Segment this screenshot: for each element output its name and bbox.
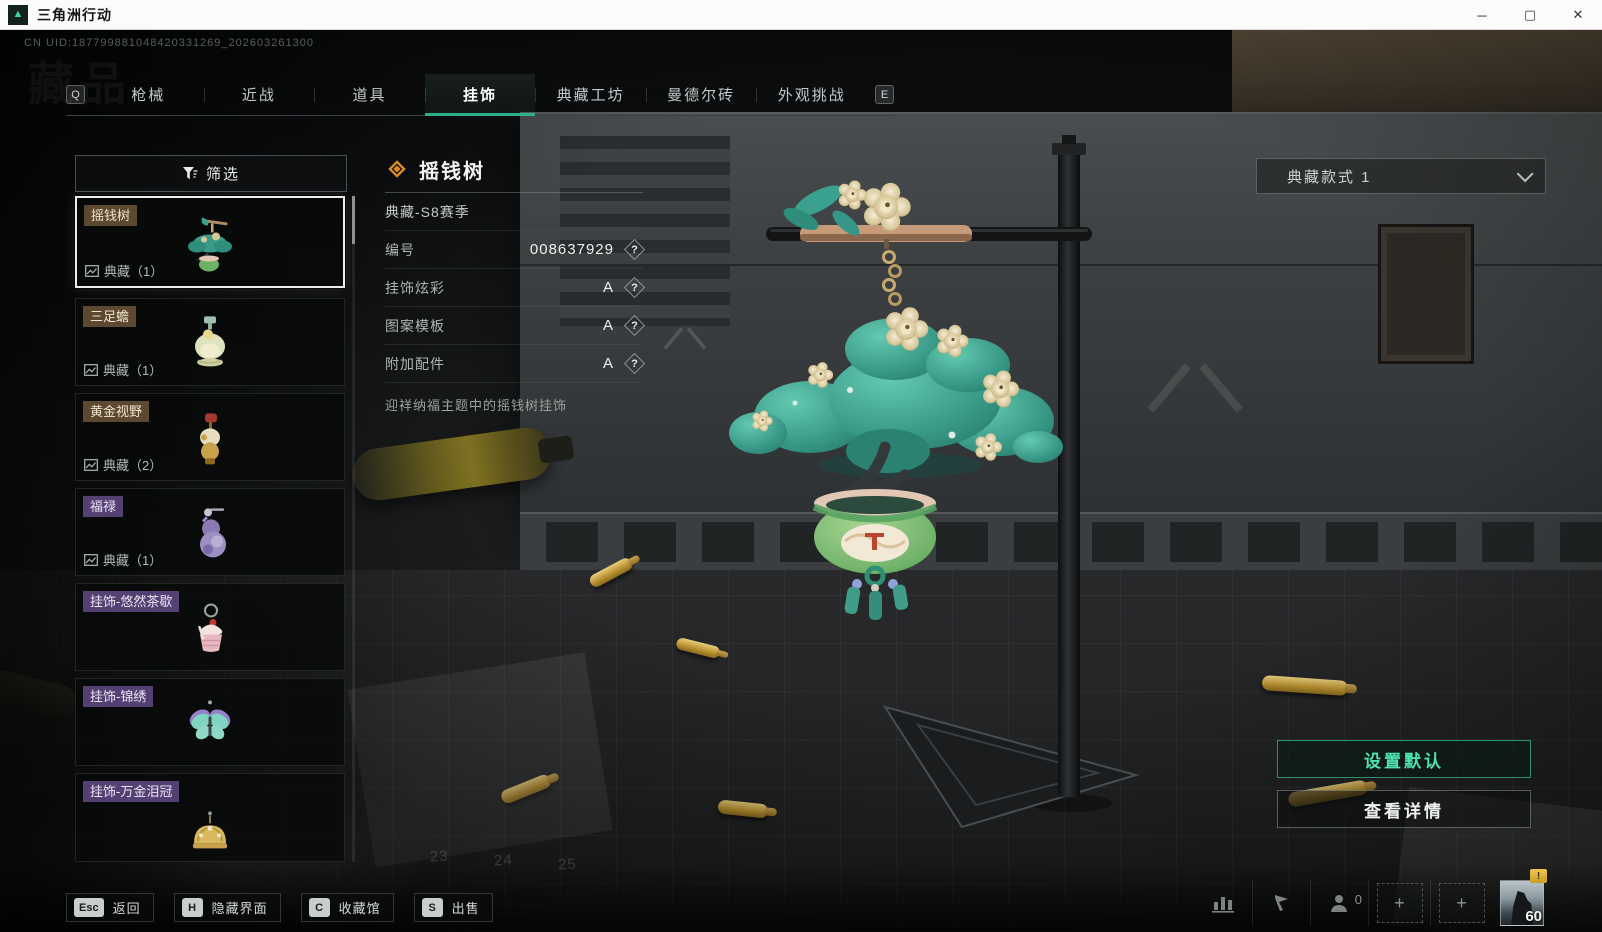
help-icon[interactable]: ?: [626, 279, 643, 296]
item-title: 摇钱树: [419, 160, 485, 183]
funnel-icon: [182, 167, 198, 180]
background-paper: [347, 652, 613, 868]
item-name-label: 三足蟾: [83, 306, 137, 327]
detail-row-accessory: 附加配件 A ?: [385, 345, 643, 383]
h-keycap: H: [181, 898, 203, 917]
style-dropdown-value: 典藏款式 1: [1287, 168, 1372, 186]
list-item-jinxiu[interactable]: 挂饰-锦绣: [75, 678, 345, 766]
charm-display: [729, 135, 1140, 829]
player-portrait[interactable]: 60 !: [1492, 869, 1552, 926]
report-button[interactable]: [1252, 880, 1310, 926]
list-item-yaoqianshu[interactable]: 摇钱树 典藏（1）: [75, 196, 345, 288]
filter-label: 筛选: [205, 166, 240, 183]
collection-icon: [84, 458, 98, 471]
view-details-button[interactable]: 查看详情: [1277, 790, 1531, 828]
item-thumbnail: [200, 508, 226, 558]
plus-icon: +: [1456, 892, 1467, 913]
tab-prev-keycap: Q: [66, 85, 85, 104]
hotkey-bar: Esc 返回 H 隐藏界面 C 收藏馆 S 出售: [66, 893, 493, 922]
season-row: 典藏-S8赛季: [385, 193, 643, 231]
app-window: ▲ 三角洲行动 ─ ▢ ✕ 23 24 25: [0, 0, 1602, 932]
set-default-button[interactable]: 设置默认: [1277, 740, 1531, 778]
item-name-label: 黄金视野: [83, 401, 150, 422]
detail-row-colorway: 挂饰炫彩 A ?: [385, 269, 643, 307]
item-list: 摇钱树 典藏（1） 三足蟾 典藏（1） 黄金视野 典藏（2） 福禄 典藏（1） …: [75, 196, 351, 862]
season-label: 典藏-S8赛季: [385, 203, 470, 220]
statusbar: 0 + + 60 !: [1194, 869, 1552, 926]
item-thumbnail: [200, 413, 220, 465]
tab-next-keycap: E: [875, 85, 894, 104]
collection-count: 典藏（1）: [84, 550, 162, 569]
maximize-button[interactable]: ▢: [1506, 0, 1554, 30]
titlebar: ▲ 三角洲行动 ─ ▢ ✕: [0, 0, 1602, 30]
item-name-label: 挂饰-锦绣: [83, 686, 154, 707]
player-level: 60: [1525, 908, 1542, 925]
tab-gear[interactable]: 道具: [314, 74, 425, 115]
list-item-fulu[interactable]: 福禄 典藏（1）: [75, 488, 345, 576]
minimize-button[interactable]: ─: [1458, 0, 1506, 30]
tab-appearance-challenge[interactable]: 外观挑战: [756, 74, 867, 115]
hide-ui-button[interactable]: H 隐藏界面: [173, 893, 281, 922]
empty-slot-2[interactable]: +: [1430, 880, 1492, 926]
item-thumbnail: [195, 316, 225, 367]
item-thumbnail: [189, 700, 231, 740]
s-keycap: S: [421, 898, 443, 917]
item-name-label: 福禄: [83, 496, 124, 517]
help-icon[interactable]: ?: [626, 317, 643, 334]
collection-count: 典藏（2）: [84, 455, 162, 474]
chevron-down-icon: [1516, 165, 1534, 183]
tab-collection-workshop[interactable]: 典藏工坊: [535, 74, 646, 115]
ornament-quality-icon: [388, 160, 406, 178]
item-detail-panel: 摇钱树 典藏-S8赛季 编号 008637929 ? 挂饰炫彩 A ? 图案模板…: [385, 150, 643, 414]
collection-count: 典藏（1）: [85, 261, 163, 280]
list-scrollbar-thumb[interactable]: [352, 196, 355, 244]
esc-keycap: Esc: [74, 898, 104, 917]
filter-button[interactable]: 筛选: [75, 155, 347, 192]
collection-hall-button[interactable]: C 收藏馆: [300, 893, 394, 922]
item-name-label: 摇钱树: [84, 205, 138, 226]
close-button[interactable]: ✕: [1554, 0, 1602, 30]
c-keycap: C: [308, 898, 330, 917]
bar-chart-icon: [1212, 897, 1234, 913]
item-name-label: 挂饰-悠然茶歇: [83, 591, 180, 612]
help-icon[interactable]: ?: [626, 355, 643, 372]
friends-button[interactable]: 0: [1310, 880, 1368, 926]
collection-icon: [85, 264, 99, 277]
friends-count: 0: [1354, 892, 1362, 907]
help-icon[interactable]: ?: [626, 241, 643, 258]
plus-icon: +: [1394, 892, 1405, 913]
item-thumbnail: [193, 811, 227, 849]
list-item-huangjinshiye[interactable]: 黄金视野 典藏（2）: [75, 393, 345, 481]
game-screen: 23 24 25: [0, 30, 1602, 932]
item-description: 迎祥纳福主题中的摇钱树挂饰: [385, 398, 568, 413]
list-item-youranchaxie[interactable]: 挂饰-悠然茶歇: [75, 583, 345, 671]
person-icon: [1330, 895, 1347, 912]
tab-mandel-brick[interactable]: 曼德尔砖: [645, 74, 757, 115]
empty-slot-1[interactable]: +: [1368, 880, 1430, 926]
list-scrollbar[interactable]: [352, 196, 355, 862]
list-item-wanjinleiguan[interactable]: 挂饰-万金泪冠: [75, 773, 345, 862]
sell-button[interactable]: S 出售: [413, 893, 493, 922]
collection-count: 典藏（1）: [84, 360, 162, 379]
detail-row-pattern: 图案模板 A ?: [385, 307, 643, 345]
style-dropdown[interactable]: 典藏款式 1: [1256, 158, 1546, 194]
flag-icon: [1274, 895, 1288, 911]
item-thumbnail: [188, 217, 232, 272]
item-thumbnail: [198, 603, 223, 652]
detail-row-serial: 编号 008637929 ?: [385, 231, 643, 269]
category-tabbar: Q 枪械 近战 道具 挂饰 典藏工坊 曼德尔砖 外观挑战 E: [66, 74, 894, 116]
window-title: 三角洲行动: [37, 6, 112, 23]
notification-badge: !: [1530, 869, 1547, 883]
tab-charms[interactable]: 挂饰: [424, 74, 536, 116]
stats-button[interactable]: [1194, 880, 1252, 926]
item-name-label: 挂饰-万金泪冠: [83, 781, 180, 802]
account-uid: CN UID:187799881048420331269_20260326130…: [24, 37, 314, 49]
tab-melee[interactable]: 近战: [203, 74, 315, 115]
back-button[interactable]: Esc 返回: [66, 893, 154, 922]
list-item-sanzuchan[interactable]: 三足蟾 典藏（1）: [75, 298, 345, 386]
collection-icon: [84, 363, 98, 376]
game-logo-icon: ▲: [8, 4, 28, 25]
collection-icon: [84, 553, 98, 566]
tab-guns[interactable]: 枪械: [93, 74, 204, 115]
